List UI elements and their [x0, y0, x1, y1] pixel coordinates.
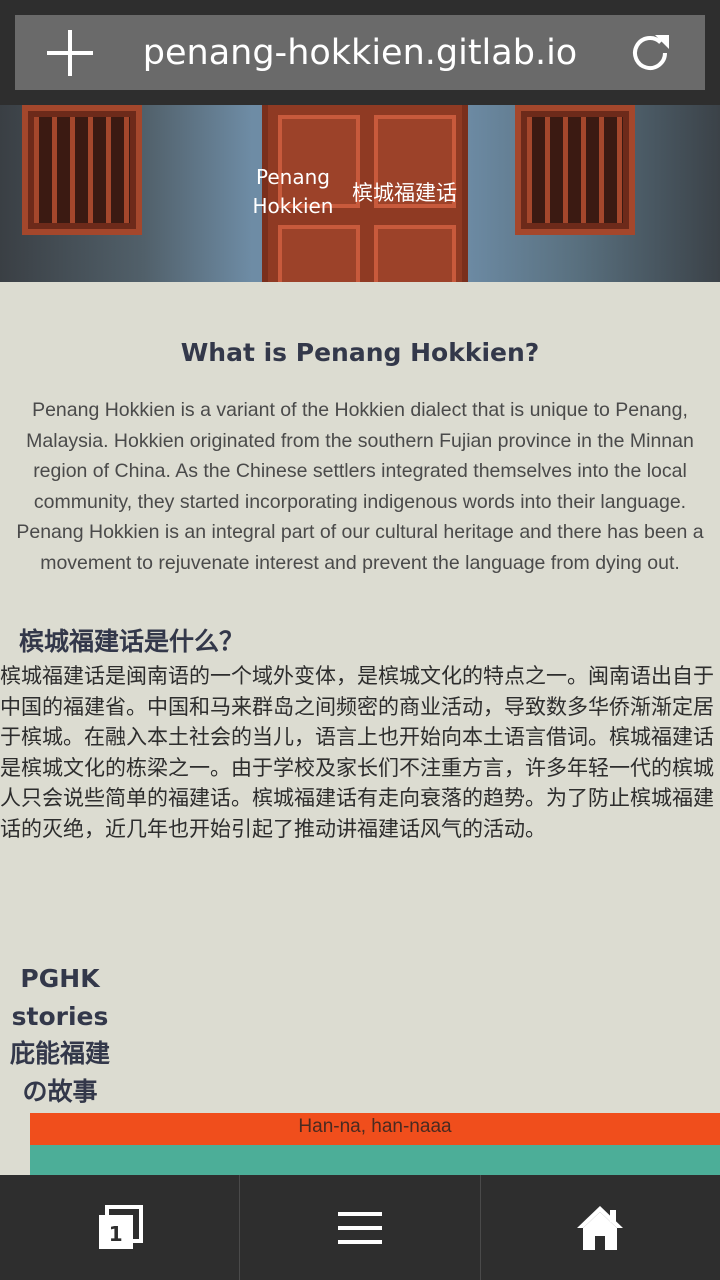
- reload-icon: [633, 34, 669, 70]
- story-strip[interactable]: [30, 1145, 720, 1175]
- story-banner[interactable]: Han-na, han-naaa: [30, 1113, 720, 1145]
- plus-icon: [47, 29, 93, 76]
- stories-line: stories: [11, 1001, 109, 1031]
- section-body-zh: 槟城福建话是闽南语的一个域外变体，是槟城文化的特点之一。闽南语出自于中国的福建省…: [0, 664, 714, 841]
- tabs-button[interactable]: 1: [0, 1175, 239, 1280]
- menu-button[interactable]: [239, 1175, 479, 1280]
- window-right: [515, 105, 635, 235]
- site-logo-zh[interactable]: 槟城福建话: [352, 177, 457, 207]
- hero-banner: Penang Hokkien 槟城福建话: [0, 105, 720, 282]
- browser-top-bar: penang-hokkien.gitlab.io: [0, 0, 720, 105]
- section-title-zh: 槟城福建话是什么？: [19, 627, 245, 656]
- home-icon: [577, 1205, 624, 1250]
- stories-line: 庇能福建: [9, 1039, 110, 1068]
- site-logo-en[interactable]: Penang Hokkien: [248, 163, 338, 221]
- url-text[interactable]: penang-hokkien.gitlab.io: [125, 33, 595, 73]
- stories-line: の故事: [22, 1076, 98, 1106]
- reload-button[interactable]: [595, 15, 705, 90]
- window-left: [22, 105, 142, 235]
- address-bar: penang-hokkien.gitlab.io: [15, 15, 705, 90]
- home-button[interactable]: [479, 1175, 720, 1280]
- tab-count: 1: [108, 1221, 123, 1246]
- new-tab-button[interactable]: [15, 15, 125, 90]
- menu-icon: [337, 1211, 382, 1244]
- stories-line: PGHK: [20, 964, 100, 993]
- section-title-en: What is Penang Hokkien?: [180, 338, 540, 367]
- stories-heading: PGHK stories 庇能福建 の故事: [0, 960, 120, 1110]
- section-body-en: Penang Hokkien is a variant of the Hokki…: [16, 399, 704, 574]
- browser-bottom-bar: 1: [0, 1175, 720, 1280]
